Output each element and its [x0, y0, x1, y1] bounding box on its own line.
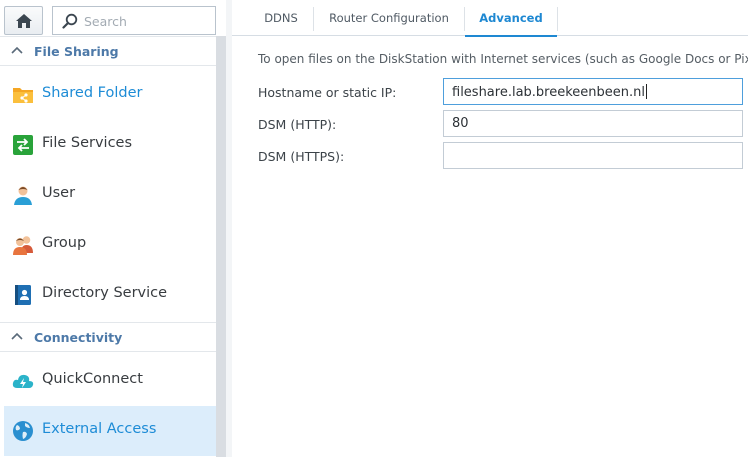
group-header-file-sharing[interactable]: File Sharing	[0, 36, 216, 66]
home-button[interactable]	[4, 6, 43, 35]
hostname-input[interactable]: fileshare.lab.breekeenbeen.nl	[443, 78, 743, 105]
sidebar-item-directory-service[interactable]: Directory Service	[4, 270, 216, 320]
sidebar-item-group[interactable]: Group	[4, 220, 216, 270]
file-services-icon	[13, 135, 33, 155]
sidebar-item-label: User	[42, 185, 76, 201]
hostname-value: fileshare.lab.breekeenbeen.nl	[452, 85, 646, 100]
hostname-label: Hostname or static IP:	[258, 85, 397, 100]
sidebar-item-shared-folder[interactable]: Shared Folder	[4, 70, 216, 120]
sidebar-item-label: External Access	[42, 421, 157, 437]
text-caret	[646, 84, 648, 99]
sidebar-item-user[interactable]: User	[4, 170, 216, 220]
group-header-label: File Sharing	[34, 44, 119, 59]
tab-ddns[interactable]: DDNS	[249, 0, 313, 36]
dsm-https-port-input[interactable]	[443, 142, 743, 169]
directory-service-icon	[15, 285, 31, 305]
search-input[interactable]: Search	[84, 14, 127, 29]
chevron-up-icon	[11, 46, 23, 54]
sidebar-item-file-services[interactable]: File Services	[4, 120, 216, 170]
group-header-label: Connectivity	[34, 330, 123, 345]
search-icon	[62, 13, 78, 29]
dsm-http-label: DSM (HTTP):	[258, 117, 337, 132]
dsm-http-port-value: 80	[452, 116, 469, 131]
sidebar-item-label: Shared Folder	[42, 85, 143, 101]
dsm-http-port-input[interactable]: 80	[443, 110, 743, 137]
home-icon	[15, 13, 32, 28]
sidebar-item-quickconnect[interactable]: QuickConnect	[4, 356, 216, 406]
chevron-up-icon	[11, 332, 23, 340]
group-header-connectivity[interactable]: Connectivity	[0, 322, 216, 352]
dsm-https-label: DSM (HTTPS):	[258, 149, 345, 164]
tab-bar: DDNS Router Configuration Advanced	[232, 0, 748, 37]
sidebar-item-label: Directory Service	[42, 285, 168, 301]
group-icon	[13, 236, 33, 255]
main-panel: DDNS Router Configuration Advanced To op…	[232, 0, 748, 457]
sidebar-item-external-access[interactable]: External Access	[4, 406, 216, 456]
tab-advanced[interactable]: Advanced	[465, 0, 557, 37]
search-box[interactable]: Search	[52, 6, 216, 35]
sidebar: Search File Sharing Shared Folder File S…	[0, 0, 226, 457]
shared-folder-icon	[13, 88, 33, 103]
quickconnect-icon	[12, 374, 34, 388]
external-access-icon	[13, 421, 33, 441]
tab-router-configuration[interactable]: Router Configuration	[314, 0, 464, 36]
sidebar-item-label: File Services	[42, 135, 133, 151]
sidebar-item-label: Group	[42, 235, 87, 251]
advanced-description: To open files on the DiskStation with In…	[258, 52, 748, 66]
sidebar-top-bar: Search	[0, 0, 226, 37]
user-icon	[14, 186, 32, 205]
sidebar-scrollbar[interactable]	[216, 36, 226, 457]
tab-separator	[557, 7, 558, 31]
sidebar-item-label: QuickConnect	[42, 371, 143, 387]
